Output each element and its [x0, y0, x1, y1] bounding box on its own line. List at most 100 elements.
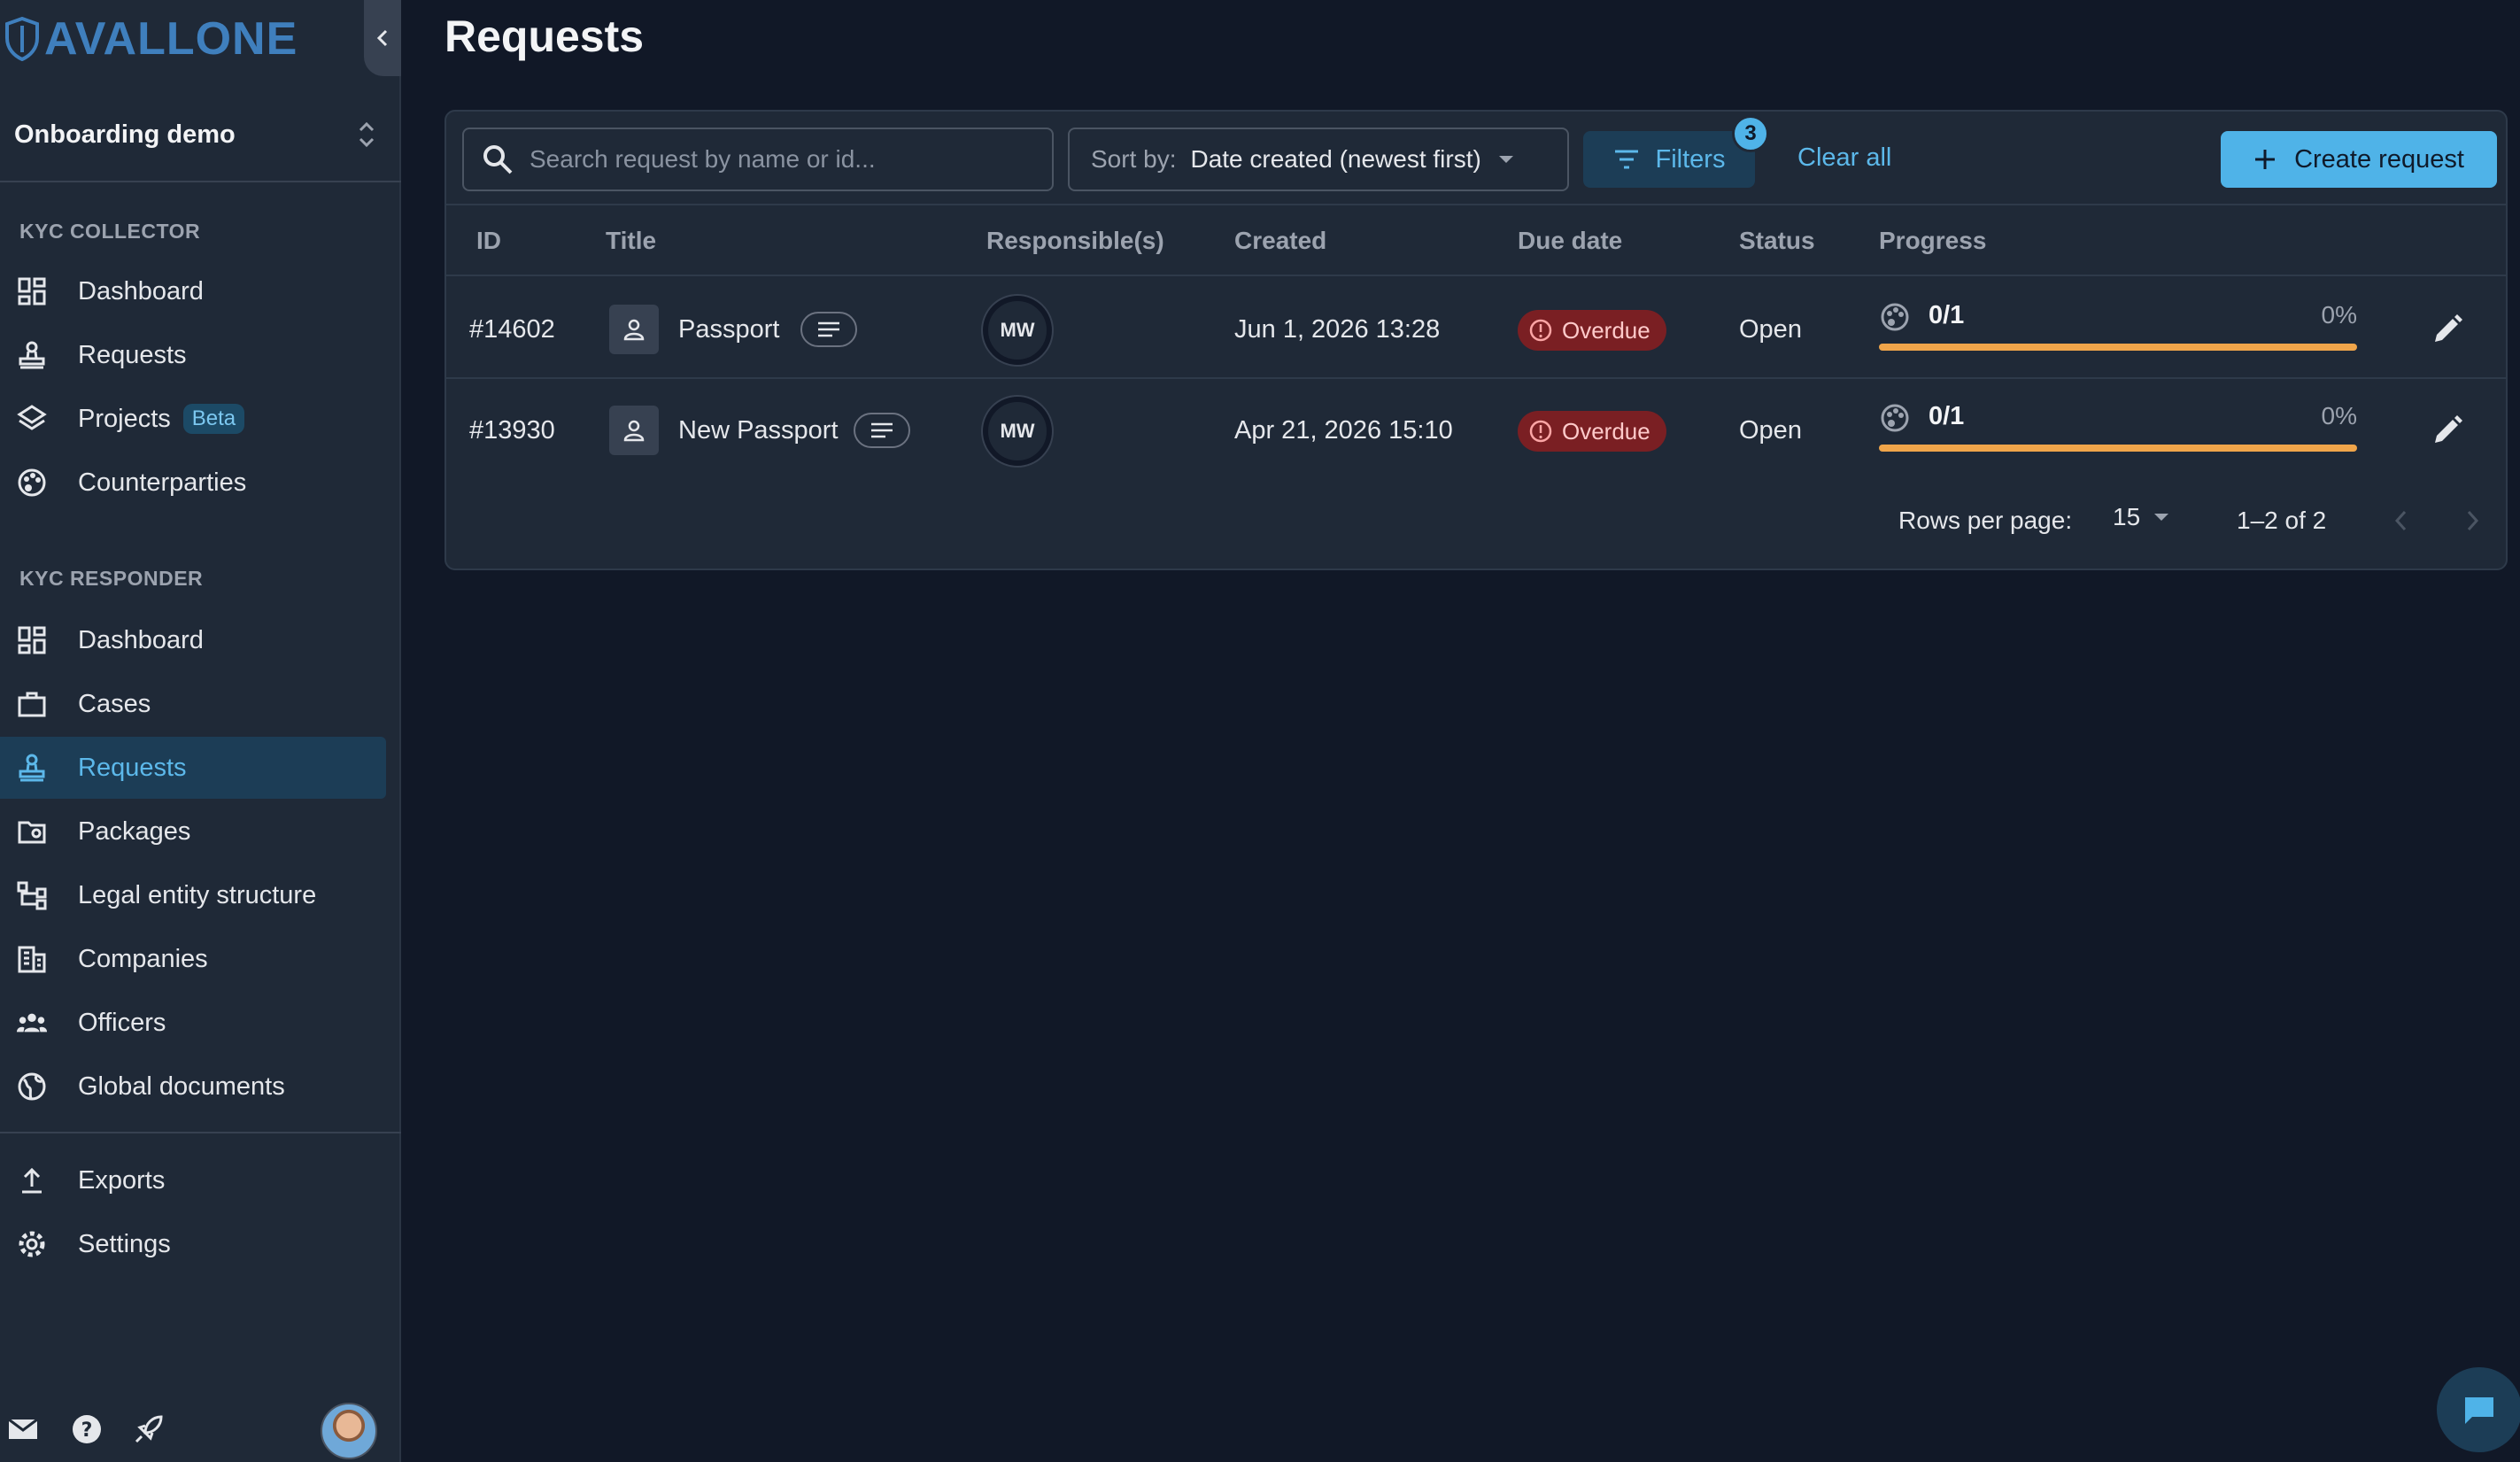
sidebar-item-exports[interactable]: Exports — [0, 1149, 386, 1211]
table-header: ID Title Responsible(s) Created Due date… — [446, 205, 2506, 276]
sidebar-item-label: Counterparties — [78, 468, 247, 497]
sort-value: Date created (newest first) — [1190, 145, 1481, 173]
sidebar-item-responder-dashboard[interactable]: Dashboard — [0, 609, 386, 671]
sidebar-item-label: Settings — [78, 1229, 171, 1258]
request-title[interactable]: Passport — [678, 315, 779, 344]
page-title: Requests — [444, 12, 645, 61]
sidebar-item-label: Packages — [78, 816, 191, 846]
sidebar-item-legal-entity-structure[interactable]: Legal entity structure — [0, 864, 386, 926]
sidebar-item-responder-requests[interactable]: Requests — [0, 737, 386, 799]
edit-icon[interactable] — [2428, 411, 2467, 450]
chevron-right-icon — [2467, 510, 2479, 531]
search-box[interactable] — [462, 128, 1054, 191]
progress-indicator: 0/1 0% — [1879, 296, 2357, 367]
gear-icon — [16, 1228, 48, 1260]
sidebar-item-packages[interactable]: Packages — [0, 801, 386, 863]
dashboard-icon — [16, 275, 48, 307]
sidebar-item-label: Cases — [78, 689, 151, 718]
folder-icon — [16, 816, 48, 847]
chevron-left-icon — [376, 29, 388, 47]
sidebar-item-label: Exports — [78, 1165, 166, 1195]
pagination: Rows per page: 15 1–2 of 2 — [446, 491, 2506, 553]
sidebar-item-settings[interactable]: Settings — [0, 1213, 386, 1275]
plus-icon — [2255, 150, 2276, 169]
progress-indicator: 0/1 0% — [1879, 397, 2357, 468]
column-header-title[interactable]: Title — [606, 227, 656, 255]
filters-button[interactable]: Filters — [1583, 131, 1755, 188]
create-request-button[interactable]: Create request — [2221, 131, 2497, 188]
previous-page-button[interactable] — [2384, 503, 2419, 538]
chevron-left-icon — [2394, 510, 2407, 531]
sidebar-item-officers[interactable]: Officers — [0, 992, 386, 1054]
sidebar-item-cases[interactable]: Cases — [0, 673, 386, 735]
rows-per-page-label: Rows per page: — [1898, 507, 2073, 534]
user-avatar[interactable] — [321, 1403, 377, 1459]
sidebar-item-label: Projects — [78, 404, 171, 433]
palette-icon — [1881, 303, 1909, 331]
created-date: Apr 21, 2026 15:10 — [1234, 416, 1453, 445]
sidebar-item-label: Requests — [78, 753, 187, 782]
sort-select[interactable]: Sort by: Date created (newest first) — [1068, 128, 1569, 191]
mail-icon[interactable] — [5, 1412, 41, 1447]
unfold-icon — [359, 121, 375, 148]
stamp-icon — [16, 752, 48, 784]
notes-icon[interactable] — [854, 413, 910, 448]
request-id: #13930 — [469, 416, 555, 445]
brand-logo[interactable]: AVALLONE — [4, 12, 298, 66]
column-header-due-date[interactable]: Due date — [1518, 227, 1622, 255]
clear-all-link[interactable]: Clear all — [1797, 143, 1891, 173]
column-header-responsible[interactable]: Responsible(s) — [986, 227, 1164, 255]
column-header-status[interactable]: Status — [1739, 227, 1815, 255]
sidebar-divider — [0, 181, 401, 182]
search-input[interactable] — [530, 145, 1025, 174]
svg-text:?: ? — [81, 1419, 93, 1442]
column-header-id[interactable]: ID — [476, 227, 501, 255]
table-row[interactable]: #13930 New Passport MW Apr 21, 2026 15:1… — [446, 379, 2506, 480]
sidebar-item-label: Dashboard — [78, 625, 204, 654]
chat-icon — [2465, 1397, 2493, 1424]
collapse-sidebar-button[interactable] — [364, 0, 401, 76]
brand-logo-text: AVALLONE — [44, 13, 298, 65]
sidebar-item-collector-dashboard[interactable]: Dashboard — [0, 260, 386, 322]
request-title[interactable]: New Passport — [678, 416, 839, 445]
workspace-name: Onboarding demo — [14, 120, 236, 149]
chat-button[interactable] — [2437, 1367, 2520, 1452]
section-title-kyc-collector: KYC COLLECTOR — [19, 220, 201, 243]
request-status: Open — [1739, 416, 1802, 445]
filters-label: Filters — [1655, 144, 1726, 174]
sidebar-item-collector-projects[interactable]: Projects Beta — [0, 388, 386, 450]
filters-count-badge: 3 — [1732, 115, 1769, 152]
next-page-button[interactable] — [2454, 503, 2490, 538]
responsible-avatar[interactable]: MW — [983, 296, 1052, 365]
due-label: Overdue — [1562, 316, 1650, 344]
alert-icon — [1529, 319, 1552, 342]
table-row[interactable]: #14602 Passport MW Jun 1, 2026 13:28 Ove… — [446, 278, 2506, 379]
responsible-avatar[interactable]: MW — [983, 397, 1052, 466]
progress-fraction: 0/1 — [1929, 402, 1965, 430]
sidebar-item-companies[interactable]: Companies — [0, 928, 386, 990]
shield-logo-icon — [5, 17, 39, 61]
create-request-label: Create request — [2294, 144, 2464, 174]
workspace-selector[interactable]: Onboarding demo — [14, 106, 377, 163]
progress-percent: 0% — [2321, 402, 2357, 429]
column-header-progress[interactable]: Progress — [1879, 227, 1986, 255]
building-icon — [16, 943, 48, 975]
person-icon — [609, 406, 659, 455]
sidebar-item-global-documents[interactable]: Global documents — [0, 1056, 386, 1118]
search-icon — [483, 145, 513, 174]
sidebar: AVALLONE Onboarding demo KYC COLLECTOR D… — [0, 0, 401, 1462]
sidebar-item-label: Officers — [78, 1008, 166, 1037]
pagination-range: 1–2 of 2 — [2237, 507, 2327, 534]
sidebar-item-label: Legal entity structure — [78, 880, 317, 909]
sidebar-item-label: Global documents — [78, 1071, 285, 1101]
column-header-created[interactable]: Created — [1234, 227, 1326, 255]
edit-icon[interactable] — [2428, 310, 2467, 349]
help-icon[interactable]: ? — [69, 1412, 104, 1447]
rocket-icon[interactable] — [131, 1412, 166, 1447]
notes-icon[interactable] — [800, 312, 857, 347]
rows-per-page-select[interactable]: 15 — [2113, 503, 2170, 531]
created-date: Jun 1, 2026 13:28 — [1234, 315, 1441, 344]
sidebar-item-collector-requests[interactable]: Requests — [0, 324, 386, 386]
sidebar-item-collector-counterparties[interactable]: Counterparties — [0, 452, 386, 514]
due-label: Overdue — [1562, 417, 1650, 445]
